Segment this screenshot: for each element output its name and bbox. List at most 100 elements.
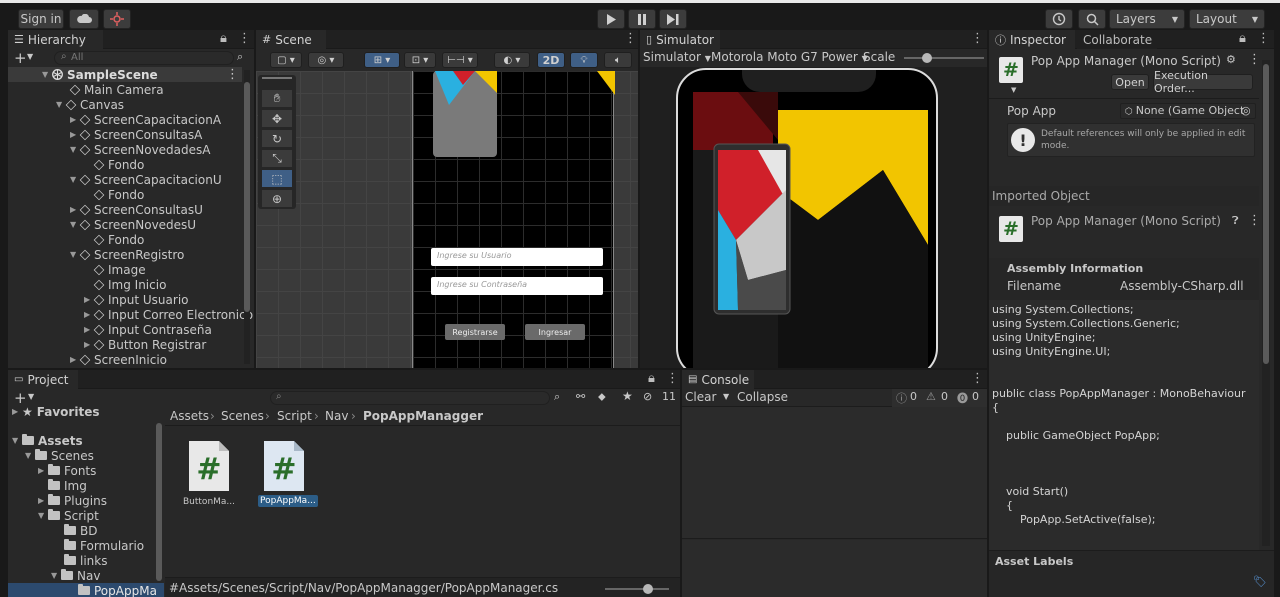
breadcrumb-current[interactable]: PopAppManagger [363, 409, 483, 423]
project-search-input[interactable]: ⌕ [270, 391, 550, 405]
tree-item[interactable]: Img Inicio [93, 277, 166, 292]
step-button[interactable] [659, 9, 687, 29]
grid-snap-button[interactable]: ⊞ ▾ [364, 52, 400, 68]
search-filter-icon[interactable]: ⌕ [554, 390, 560, 404]
error-icon[interactable]: ⓿ [957, 390, 968, 406]
add-icon[interactable]: + [14, 49, 27, 67]
scale-tool-icon[interactable]: ⤡ [262, 150, 292, 168]
breadcrumb-item[interactable]: Nav [325, 409, 348, 423]
tab-console[interactable]: ▤ Console [682, 370, 754, 389]
mode-2d-button[interactable]: 2D [537, 52, 565, 68]
label-filter-icon[interactable]: ⬥ [598, 390, 606, 404]
global-button[interactable]: ◎ ▾ [308, 52, 344, 68]
chevron-down-icon[interactable]: ▼ [28, 392, 34, 401]
input-user-field[interactable]: Ingrese su Usuario [431, 248, 603, 266]
search-button[interactable] [1078, 9, 1106, 29]
tree-item[interactable]: Fondo [93, 157, 144, 172]
draw-mode-button[interactable]: ▢ ▾ [270, 52, 302, 68]
tree-folder[interactable]: ▶ Fonts [38, 463, 96, 478]
tree-folder[interactable]: Formulario [64, 538, 144, 553]
kebab-menu-icon[interactable]: ⋮ [1248, 52, 1261, 67]
collab-button[interactable] [103, 9, 131, 29]
tree-item[interactable]: ▶ Input Contraseña [84, 322, 212, 337]
icon-size-slider[interactable] [605, 584, 669, 594]
kebab-menu-icon[interactable]: ⋮ [1257, 31, 1270, 46]
sign-in-button[interactable]: Sign in [18, 9, 64, 29]
tree-item-scene[interactable]: ▼ SampleScene [42, 67, 158, 82]
collapse-button[interactable]: Collapse [737, 390, 788, 404]
pop-app-object-field[interactable]: ⬡ None (Game Object [1120, 103, 1256, 119]
layout-dropdown[interactable]: Layout ▼ [1189, 9, 1265, 29]
info-message-icon[interactable]: ⓘ [896, 390, 907, 406]
tree-folder[interactable]: Img [48, 478, 87, 493]
tree-folder[interactable]: ▼ Assets [12, 433, 83, 448]
tree-folder[interactable]: ▶ Plugins [38, 493, 107, 508]
layers-dropdown[interactable]: Layers ▼ [1109, 9, 1185, 29]
tab-hierarchy[interactable]: ☰ Hierarchy [8, 30, 103, 49]
hierarchy-scrollbar[interactable] [244, 70, 250, 364]
chevron-down-icon[interactable]: ▼ [27, 52, 33, 61]
filter-icon[interactable]: ⌕ [237, 50, 243, 64]
history-button[interactable] [1045, 9, 1073, 29]
breadcrumb-item[interactable]: Script [277, 409, 312, 423]
tree-item[interactable]: Main Camera [69, 82, 164, 97]
pause-button[interactable] [628, 9, 656, 29]
register-button[interactable]: Registrarse [445, 324, 505, 340]
favorites-item[interactable]: ▶ ★ Favorites [12, 404, 99, 419]
tab-project[interactable]: ▭ Project [8, 370, 78, 389]
kebab-menu-icon[interactable]: ⋮ [238, 31, 251, 46]
tree-item[interactable]: ▼ ScreenCapacitacionU [70, 172, 222, 187]
lighting-button[interactable]: 💡︎ [570, 52, 598, 68]
type-filter-icon[interactable]: ⚯ [576, 390, 585, 403]
shading-button[interactable]: ◐ ▾ [494, 52, 530, 68]
file-item[interactable]: # ButtonMa... [183, 441, 235, 511]
settings-icon[interactable]: ⚙︎ [1226, 53, 1236, 66]
chevron-down-icon[interactable]: ▼ [1011, 86, 1016, 94]
ruler-button[interactable]: ⊢⊣ ▾ [442, 52, 478, 68]
icon-size-slider-thumb[interactable] [643, 584, 653, 594]
tab-simulator[interactable]: ▯ Simulator [640, 30, 720, 49]
login-button[interactable]: Ingresar [525, 324, 585, 340]
kebab-menu-icon[interactable]: ⋮ [971, 371, 984, 386]
tag-icon[interactable]: 🏷︎ [1253, 575, 1267, 588]
kebab-menu-icon[interactable]: ⋮ [624, 31, 637, 46]
audio-button[interactable]: 🔈︎ [604, 52, 632, 68]
tree-folder[interactable]: ▼ Script [38, 508, 99, 523]
tab-inspector[interactable]: ⓘ Inspector [989, 30, 1075, 49]
tree-item[interactable]: ▼ Canvas [56, 97, 124, 112]
project-tree-scrollbar[interactable] [156, 423, 162, 581]
hierarchy-search-input[interactable]: ⌕ All [54, 51, 234, 65]
play-button[interactable] [597, 9, 625, 29]
scale-slider-thumb[interactable] [922, 53, 932, 63]
device-dropdown[interactable]: Motorola Moto G7 Power ▼ [711, 50, 868, 64]
tree-folder[interactable]: ▼ Nav [51, 568, 100, 583]
tree-folder-selected[interactable]: PopAppMa [78, 583, 157, 597]
tree-folder[interactable]: BD [64, 523, 97, 538]
move-tool-icon[interactable]: ✥ [262, 110, 292, 128]
lock-icon[interactable]: 🔒︎ [648, 371, 655, 386]
lock-icon[interactable]: 🔒︎ [1239, 31, 1246, 46]
tree-item[interactable]: ▶ Button Registrar [84, 337, 206, 352]
file-item-selected[interactable]: # PopAppMa... [254, 441, 318, 511]
clear-button[interactable]: Clear [685, 390, 716, 404]
kebab-menu-icon[interactable]: ⋮ [1248, 213, 1261, 228]
kebab-menu-icon[interactable]: ⋮ [226, 67, 239, 82]
tree-item[interactable]: ▼ ScreenNovedadesA [70, 142, 211, 157]
tree-item[interactable]: ▶ ScreenConsultasA [70, 127, 202, 142]
hand-tool-icon[interactable]: ✋︎ [262, 90, 292, 108]
transform-tool-icon[interactable]: ⊕ [262, 190, 292, 208]
help-icon[interactable]: ❓︎ [1232, 214, 1239, 228]
warning-icon[interactable]: ⚠︎ [926, 390, 936, 403]
snap-increment-button[interactable]: ⊡ ▾ [404, 52, 436, 68]
favorite-icon[interactable]: ★ [622, 389, 633, 403]
console-detail-area[interactable] [682, 540, 987, 597]
rotate-tool-icon[interactable]: ↻ [262, 130, 292, 148]
rect-tool-icon[interactable]: ⬚ [262, 170, 292, 188]
scrollbar-thumb[interactable] [1263, 64, 1269, 364]
lock-icon[interactable]: 🔒︎ [220, 31, 227, 46]
cloud-button[interactable] [69, 9, 99, 29]
tree-item[interactable]: ▶ ScreenCapacitacionA [70, 112, 221, 127]
tree-folder[interactable]: ▼ Scenes [25, 448, 94, 463]
kebab-menu-icon[interactable]: ⋮ [666, 371, 679, 386]
inspector-scrollbar[interactable] [1262, 60, 1270, 546]
